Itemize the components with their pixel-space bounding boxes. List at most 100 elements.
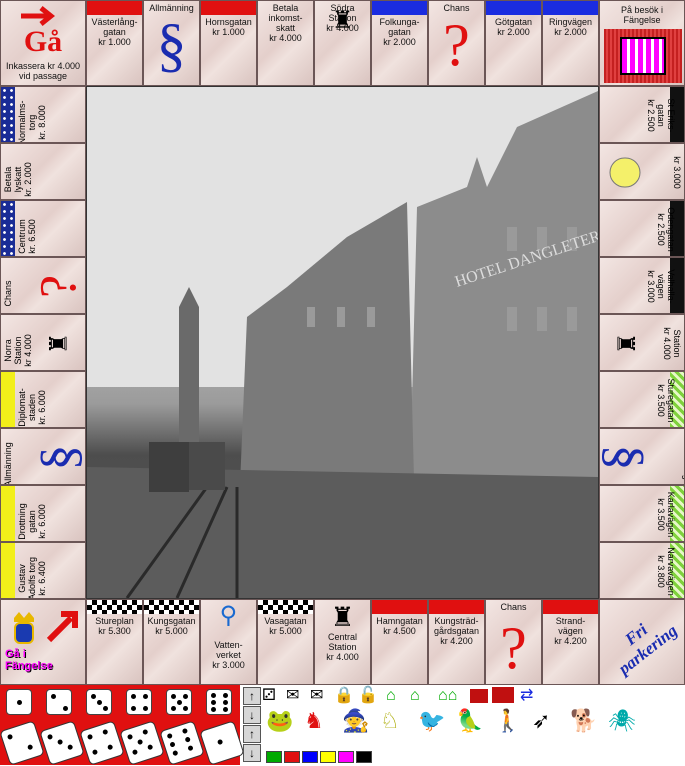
houses-icon[interactable]: ⌂⌂: [438, 683, 457, 709]
space-label: Normalms- torg kr. 8.000: [17, 100, 47, 143]
go-corner[interactable]: Gå Inkassera kr 4.000 vid passage: [0, 0, 86, 86]
left-space-5[interactable]: Diplomat- staden kr. 6.000: [0, 371, 86, 428]
die-face-3[interactable]: [86, 689, 112, 715]
rolling-die[interactable]: [79, 720, 125, 766]
bottom-space-1[interactable]: Kungsgatan kr 5.000: [143, 599, 200, 685]
player-color-swatch[interactable]: [320, 751, 336, 763]
unlock-icon[interactable]: 🔓: [358, 683, 378, 709]
rolling-die[interactable]: [39, 720, 85, 766]
scroll-down-button[interactable]: ↓: [243, 744, 261, 762]
horse-token-icon[interactable]: ♞: [304, 708, 324, 734]
space-label: Chans: [500, 602, 527, 612]
bottom-space-5[interactable]: Hamngatan kr 4.500: [371, 599, 428, 685]
free-parking-corner[interactable]: Fri parkering: [599, 599, 685, 685]
wizard-token-icon[interactable]: 🧙: [342, 708, 369, 734]
color-band: [1, 543, 15, 598]
rolling-die[interactable]: [119, 720, 165, 766]
space-label: Ringvägen kr 2.000: [548, 17, 593, 37]
scroll-up-button[interactable]: ↑: [243, 725, 261, 743]
left-space-8[interactable]: Gustav Adolfs torg kr. 6.400: [0, 542, 86, 599]
die-face-1[interactable]: [6, 689, 32, 715]
bottom-space-3[interactable]: Vasagatan kr 5.000: [257, 599, 314, 685]
cannon-token-icon[interactable]: ➶: [532, 708, 550, 734]
figure-token-icon[interactable]: 🚶: [494, 708, 521, 734]
tap-icon: ⚲: [219, 602, 238, 629]
top-space-4[interactable]: Södra Station kr 4.000 ♜: [314, 0, 371, 86]
left-space-1[interactable]: Betala lyskatt kr. 2.000: [0, 143, 86, 200]
left-space-0[interactable]: Normalms- torg kr. 8.000: [0, 86, 86, 143]
unmortgage-icon[interactable]: ✉: [310, 683, 323, 709]
scroll-up-button[interactable]: ↑: [243, 687, 261, 705]
bottom-space-2[interactable]: Vatten- verket kr 3.000 ⚲: [200, 599, 257, 685]
mortgage-icon[interactable]: ✉: [286, 683, 299, 709]
top-space-6[interactable]: Chans?: [428, 0, 485, 86]
right-space-8[interactable]: Narvavägen kr 3.800: [599, 542, 685, 599]
space-label: Narvavägen kr 3.800: [656, 547, 676, 596]
right-space-6[interactable]: Allmänning §: [599, 428, 685, 485]
color-band: [1, 201, 15, 256]
die-face-2[interactable]: [46, 689, 72, 715]
hotel-icon[interactable]: [470, 689, 488, 703]
bottom-space-8[interactable]: Strand- vägen kr 4.200: [542, 599, 599, 685]
right-space-3[interactable]: Valhalla- vägen kr 3.000: [599, 257, 685, 314]
left-space-2[interactable]: Centrum kr. 6.500: [0, 200, 86, 257]
space-label: Diplomat- staden kr. 6.000: [17, 388, 47, 427]
free-parking-text: Fri parkering: [614, 620, 681, 679]
goto-jail-corner[interactable]: Gå i Fängelse: [0, 599, 86, 685]
player-color-swatch[interactable]: [266, 751, 282, 763]
right-space-2[interactable]: Odengatan kr 2.500: [599, 200, 685, 257]
rolling-die[interactable]: [0, 720, 45, 766]
train-icon: ♜: [612, 332, 639, 355]
left-space-7[interactable]: Drottning gatan kr. 6.000: [0, 485, 86, 542]
sell-house-icon[interactable]: ⌂: [410, 683, 420, 709]
top-space-1[interactable]: Allmänning §: [143, 0, 200, 86]
top-space-8[interactable]: Ringvägen kr 2.000: [542, 0, 599, 86]
hotels-icon[interactable]: [492, 687, 514, 703]
top-space-3[interactable]: Betala inkomst- skatt kr 4.000: [257, 0, 314, 86]
bottom-space-4[interactable]: Central Station kr 4.000 ♜: [314, 599, 371, 685]
player-color-swatch[interactable]: [338, 751, 354, 763]
rolling-die[interactable]: [159, 720, 205, 766]
top-space-2[interactable]: Hornsgatan kr 1.000: [200, 0, 257, 86]
train-icon: ♜: [330, 602, 355, 632]
top-space-5[interactable]: Folkunga- gatan kr 2.000: [371, 0, 428, 86]
bottom-space-0[interactable]: Stureplan kr 5.300: [86, 599, 143, 685]
bird-token-icon[interactable]: 🐦: [418, 708, 445, 734]
right-space-7[interactable]: Karlavägen kr 3.500: [599, 485, 685, 542]
section-icon: §: [599, 444, 654, 471]
rolling-die[interactable]: [199, 720, 245, 766]
dice-button-icon[interactable]: ⚂: [262, 683, 276, 709]
space-label: Kungsträd- gårdsgatan kr 4.200: [433, 616, 480, 646]
right-space-1[interactable]: Elverket kr 3.000: [599, 143, 685, 200]
left-space-3[interactable]: Chans?: [0, 257, 86, 314]
seahorse-token-icon[interactable]: ♘: [380, 708, 400, 734]
color-band: [1, 87, 15, 142]
die-face-4[interactable]: [126, 689, 152, 715]
right-space-5[interactable]: Sturegatan kr 3.500: [599, 371, 685, 428]
die-face-6[interactable]: [206, 689, 232, 715]
frog-token-icon[interactable]: 🐸: [266, 708, 293, 734]
player-color-swatch[interactable]: [284, 751, 300, 763]
buy-house-icon[interactable]: ⌂: [386, 683, 396, 709]
bottom-space-7[interactable]: Chans?: [485, 599, 542, 685]
top-space-0[interactable]: Västerlång- gatan kr 1.000: [86, 0, 143, 86]
top-space-7[interactable]: Götgatan kr 2.000: [485, 0, 542, 86]
color-band: [429, 600, 484, 614]
bottom-space-6[interactable]: Kungsträd- gårdsgatan kr 4.200: [428, 599, 485, 685]
left-space-4[interactable]: Norra Station kr 4.000 ♜: [0, 314, 86, 371]
right-space-4[interactable]: Östra Station kr 4.000 ♜: [599, 314, 685, 371]
center-photo: HOTEL DANGLETERRE: [86, 86, 599, 599]
parrot-token-icon[interactable]: 🦜: [456, 708, 483, 734]
jail-corner[interactable]: På besök i Fängelse: [599, 0, 685, 86]
player-color-swatch[interactable]: [356, 751, 372, 763]
space-label: Centrum kr. 6.500: [17, 219, 37, 254]
beetle-token-icon[interactable]: 🕷: [608, 708, 636, 734]
scroll-down-button[interactable]: ↓: [243, 706, 261, 724]
lock-icon[interactable]: 🔒: [334, 683, 354, 709]
dog-token-icon[interactable]: 🐕: [570, 708, 597, 734]
left-space-6[interactable]: Allmänning §: [0, 428, 86, 485]
right-space-0[interactable]: St Eriks- gatan kr 2.500: [599, 86, 685, 143]
trade-icon[interactable]: ⇄: [520, 683, 533, 709]
player-color-swatch[interactable]: [302, 751, 318, 763]
die-face-5[interactable]: [166, 689, 192, 715]
